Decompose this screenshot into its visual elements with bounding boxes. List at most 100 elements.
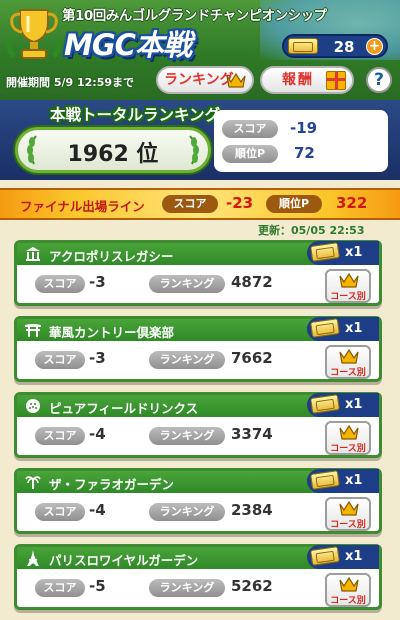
final-score-value: -23 (226, 194, 254, 212)
crown-icon (226, 72, 246, 88)
course-ranking-value: 2384 (231, 501, 273, 519)
palm-icon (25, 476, 41, 489)
event-title: 第10回みんゴルグランドチャンピオンシップ (62, 8, 327, 24)
ticket-count: 28 (333, 38, 355, 56)
ranking-button[interactable]: ランキング (156, 66, 254, 94)
course-button-label: コース別 (330, 368, 366, 378)
total-points-value: 72 (294, 144, 315, 162)
course-card: ピュアフィールドリンクス x1 スコア -4 ランキング 3374 コース別 (14, 392, 382, 458)
course-ticket-badge: x1 (307, 317, 379, 341)
crown-icon (339, 348, 359, 364)
course-header: アクロポリスレガシー x1 (17, 241, 379, 265)
final-points-value: 322 (336, 194, 368, 212)
course-ranking-button[interactable]: コース別 (325, 421, 371, 455)
shrine-gate-icon (25, 324, 41, 337)
course-ranking-label: ランキング (149, 275, 225, 293)
crown-icon (339, 424, 359, 440)
final-qualifying-line: ファイナル出場ライン スコア -23 順位P 322 (0, 188, 400, 220)
course-ranking-label: ランキング (149, 503, 225, 521)
course-ranking-label: ランキング (149, 579, 225, 597)
course-score-label: スコア (35, 579, 85, 597)
course-ranking-value: 7662 (231, 349, 273, 367)
course-button-label: コース別 (330, 444, 366, 454)
points-label: 順位P (222, 145, 278, 163)
course-score-label: スコア (35, 275, 85, 293)
course-ranking-label: ランキング (149, 351, 225, 369)
course-score-value: -4 (89, 501, 106, 519)
course-score-value: -4 (89, 425, 106, 443)
help-button[interactable]: ? (366, 67, 392, 93)
course-header: ピュアフィールドリンクス x1 (17, 393, 379, 417)
final-line-label: ファイナル出場ライン (20, 199, 145, 214)
reward-button-label: 報酬 (282, 72, 314, 88)
crown-icon (339, 576, 359, 592)
ticket-icon (288, 38, 318, 54)
course-name: アクロポリスレガシー (49, 249, 174, 264)
course-name: ザ・ファラオガーデン (49, 477, 175, 492)
event-logo: MGC本戦 (64, 28, 192, 62)
course-button-label: コース別 (330, 292, 366, 302)
total-rank-box: 1962 位 (15, 127, 211, 173)
course-ranking-value: 4872 (231, 273, 273, 291)
course-ranking-button[interactable]: コース別 (325, 269, 371, 303)
course-ticket-count: x1 (345, 473, 363, 488)
course-card: 華風カントリー倶楽部 x1 スコア -3 ランキング 7662 コース別 (14, 316, 382, 382)
total-score-value: -19 (290, 119, 318, 137)
course-score-value: -5 (89, 577, 106, 595)
ticket-icon (310, 242, 340, 262)
total-ranking-panel: 本戦トータルランキング 1962 位 スコア -19 順位P 72 (0, 100, 400, 180)
course-name: 華風カントリー倶楽部 (49, 325, 175, 340)
golf-ball-icon (26, 399, 40, 413)
ticket-icon (310, 318, 340, 338)
add-ticket-button[interactable]: + (366, 38, 383, 55)
course-button-label: コース別 (330, 596, 366, 606)
final-score-label: スコア (162, 195, 218, 213)
course-header: ザ・ファラオガーデン x1 (17, 469, 379, 493)
course-name: パリスロワイヤルガーデン (49, 553, 199, 568)
ticket-icon (310, 546, 340, 566)
course-score-label: スコア (35, 351, 85, 369)
course-ticket-count: x1 (345, 245, 363, 260)
total-rank-value: 1962 位 (67, 142, 159, 167)
gift-icon (326, 71, 346, 90)
crown-icon (339, 272, 359, 288)
course-ranking-button[interactable]: コース別 (325, 573, 371, 607)
reward-button[interactable]: 報酬 (260, 66, 354, 94)
ticket-counter: 28 + (282, 34, 388, 58)
ranking-button-label: ランキング (164, 72, 234, 88)
total-ranking-title: 本戦トータルランキング (50, 106, 221, 124)
course-score-label: スコア (35, 503, 85, 521)
score-label: スコア (222, 120, 278, 138)
trophy-icon (6, 9, 62, 59)
course-score-value: -3 (89, 273, 106, 291)
temple-icon (26, 247, 40, 261)
total-stats-card: スコア -19 順位P 72 (214, 110, 388, 172)
course-score-value: -3 (89, 349, 106, 367)
course-card: ザ・ファラオガーデン x1 スコア -4 ランキング 2384 コース別 (14, 468, 382, 534)
course-ticket-badge: x1 (307, 545, 379, 569)
course-card: アクロポリスレガシー x1 スコア -3 ランキング 4872 コース別 (14, 240, 382, 306)
course-ranking-button[interactable]: コース別 (325, 497, 371, 531)
course-ticket-count: x1 (345, 549, 363, 564)
course-button-label: コース別 (330, 520, 366, 530)
crown-icon (339, 500, 359, 516)
course-ticket-badge: x1 (307, 393, 379, 417)
event-period: 開催期間 5/9 12:59まで (6, 76, 134, 89)
ticket-icon (310, 394, 340, 414)
ticket-icon (310, 470, 340, 490)
course-header: パリスロワイヤルガーデン x1 (17, 545, 379, 569)
course-ticket-badge: x1 (307, 469, 379, 493)
course-header: 華風カントリー倶楽部 x1 (17, 317, 379, 341)
event-header: 第10回みんゴルグランドチャンピオンシップ MGC本戦 28 + 開催期間 5/… (0, 0, 400, 100)
final-points-label: 順位P (266, 195, 322, 213)
course-name: ピュアフィールドリンクス (49, 401, 199, 416)
course-ranking-label: ランキング (149, 427, 225, 445)
course-ticket-count: x1 (345, 397, 363, 412)
course-score-label: スコア (35, 427, 85, 445)
eiffel-tower-icon (27, 550, 39, 566)
course-ranking-button[interactable]: コース別 (325, 345, 371, 379)
course-ranking-value: 3374 (231, 425, 273, 443)
laurel-right-icon (189, 135, 199, 165)
course-ticket-badge: x1 (307, 241, 379, 265)
updated-timestamp: 更新：05/05 22:53 (258, 224, 365, 237)
